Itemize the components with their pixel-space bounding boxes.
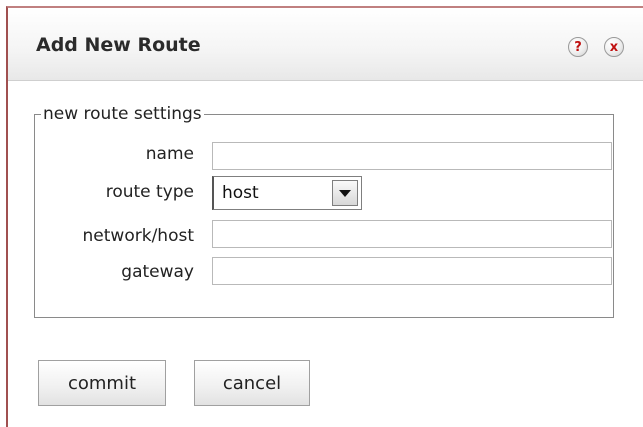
commit-button[interactable]: commit xyxy=(38,360,166,406)
network-host-field[interactable] xyxy=(212,220,612,248)
dropdown-arrow-icon[interactable] xyxy=(332,180,358,206)
dialog-title: Add New Route xyxy=(36,34,201,56)
close-icon[interactable]: x xyxy=(604,37,624,57)
network-host-label: network/host xyxy=(82,226,194,246)
name-label: name xyxy=(145,144,194,164)
route-type-label: route type xyxy=(105,182,194,202)
cancel-button[interactable]: cancel xyxy=(194,360,310,406)
settings-legend: new route settings xyxy=(43,104,202,124)
name-field[interactable] xyxy=(212,142,612,170)
route-type-select[interactable]: host xyxy=(212,176,362,210)
route-type-selected-value: host xyxy=(222,183,259,203)
add-route-dialog: Add New Route ? x new route settings nam… xyxy=(6,6,643,427)
help-icon[interactable]: ? xyxy=(568,37,588,57)
gateway-field[interactable] xyxy=(212,257,612,285)
dialog-titlebar: Add New Route ? x xyxy=(8,8,643,81)
gateway-label: gateway xyxy=(121,262,194,282)
route-settings-group: new route settings xyxy=(34,104,614,318)
